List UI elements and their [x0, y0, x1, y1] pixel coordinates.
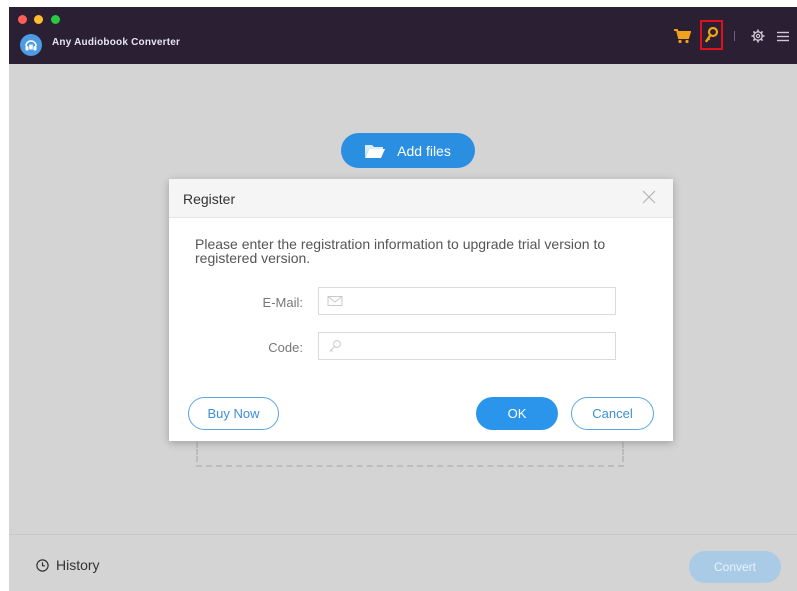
convert-button[interactable]: Convert	[689, 551, 781, 583]
email-label: E-Mail:	[262, 295, 303, 310]
mail-icon	[327, 296, 343, 306]
app-logo-icon	[20, 34, 42, 56]
ok-button[interactable]: OK	[476, 397, 558, 430]
app-title: Any Audiobook Converter	[52, 37, 181, 48]
add-files-label: Add files	[397, 142, 451, 159]
key-icon	[329, 340, 341, 352]
clock-icon	[36, 558, 49, 572]
key-icon	[704, 27, 718, 43]
app-window: Any Audiobook Converter Add files Regist…	[9, 7, 797, 591]
cart-icon[interactable]	[673, 25, 691, 47]
dialog-header: Register	[169, 179, 673, 218]
drop-zone-border	[196, 459, 624, 467]
email-field[interactable]	[318, 287, 616, 315]
maximize-window-button[interactable]	[51, 15, 60, 24]
add-files-button[interactable]: Add files	[341, 133, 475, 168]
code-input[interactable]	[343, 334, 615, 358]
history-label: History	[56, 557, 100, 573]
dialog-message: Please enter the registration informatio…	[195, 236, 606, 266]
folder-icon	[365, 144, 386, 158]
code-label: Code:	[268, 340, 303, 355]
history-button[interactable]: History	[36, 557, 100, 573]
menu-icon[interactable]	[776, 25, 790, 47]
buy-now-button[interactable]: Buy Now	[188, 397, 279, 430]
dialog-title: Register	[183, 191, 236, 207]
email-input[interactable]	[343, 289, 615, 313]
toolbar-separator	[734, 31, 735, 41]
title-bar: Any Audiobook Converter	[9, 7, 797, 64]
gear-icon[interactable]	[750, 25, 766, 47]
bottom-bar: History Convert	[9, 534, 797, 591]
code-field[interactable]	[318, 332, 616, 360]
close-icon[interactable]	[641, 189, 657, 205]
register-key-button[interactable]	[700, 20, 723, 50]
close-window-button[interactable]	[18, 15, 27, 24]
minimize-window-button[interactable]	[34, 15, 43, 24]
register-dialog: Register Please enter the registration i…	[169, 179, 673, 441]
cancel-button[interactable]: Cancel	[571, 397, 654, 430]
